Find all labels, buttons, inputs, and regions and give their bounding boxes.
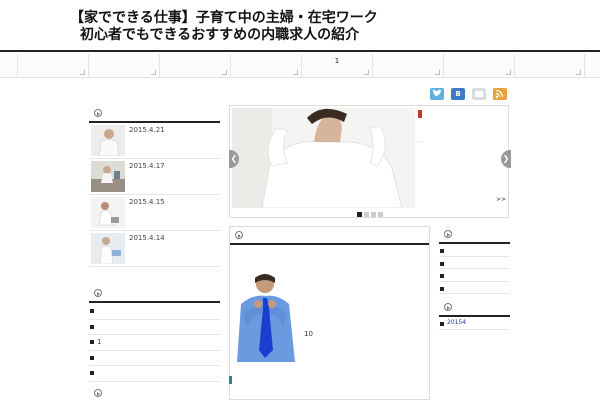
slider-dot[interactable] — [378, 212, 383, 217]
header-divider — [0, 50, 600, 52]
recent-post-item[interactable]: 2015.4.21 — [89, 123, 220, 159]
bullet-arrow-icon — [235, 231, 243, 239]
recent-post-item[interactable]: 2015.4.14 — [89, 231, 220, 267]
bullet-arrow-icon — [94, 389, 102, 397]
post-thumbnail-woman-cleaning[interactable] — [91, 125, 125, 156]
featured-slider[interactable]: ... ❮ ❯ >> — [229, 105, 511, 218]
slide-marker — [418, 110, 422, 118]
post-date: 2015.4.14 — [129, 234, 165, 242]
recent-post-item[interactable]: 2015.4.15 — [89, 195, 220, 231]
slider-next-button[interactable]: ❯ — [501, 150, 511, 168]
slide-image-woman[interactable] — [232, 108, 415, 208]
slider-dot[interactable] — [364, 212, 369, 217]
archive-item[interactable]: 20154 — [439, 317, 510, 330]
slider-dot-active[interactable] — [357, 212, 362, 217]
article-image-caption: 10 — [304, 330, 313, 338]
widget-header — [89, 105, 220, 123]
list-item[interactable] — [439, 282, 510, 294]
list-item[interactable] — [439, 269, 510, 282]
widget-header — [439, 226, 510, 244]
bullet-arrow-icon — [444, 303, 452, 311]
widget-header — [439, 299, 510, 317]
main-content: 10 — [229, 226, 430, 400]
pocket-icon[interactable] — [472, 88, 486, 100]
list-item[interactable] — [439, 257, 510, 269]
site-title[interactable]: 【家でできる仕事】子育て中の主婦・在宅ワーク 初心者でもできるおすすめの内職求人… — [70, 10, 378, 44]
category-item[interactable] — [89, 304, 220, 320]
category-item[interactable] — [89, 320, 220, 335]
extra-widget — [89, 385, 220, 400]
widget-header — [89, 385, 220, 400]
recent-posts-widget: 2015.4.21 2015.4.17 2015.4.15 2015.4.14 — [89, 105, 220, 267]
widget-header — [89, 285, 220, 303]
site-header: 【家でできる仕事】子育て中の主婦・在宅ワーク 初心者でもできるおすすめの内職求人… — [0, 0, 600, 50]
slide-text: ... — [417, 138, 422, 144]
recent-post-item[interactable]: 2015.4.17 — [89, 159, 220, 195]
bullet-arrow-icon — [444, 230, 452, 238]
twitter-icon[interactable] — [430, 88, 444, 100]
site-title-line2: 初心者でもできるおすすめの内職求人の紹介 — [80, 27, 360, 43]
slider-dot[interactable] — [371, 212, 376, 217]
category-item[interactable]: 1 — [89, 335, 220, 351]
list-item[interactable] — [439, 244, 510, 257]
post-thumbnail-woman-laundry[interactable] — [91, 233, 125, 264]
right-widget-list — [439, 226, 510, 294]
post-date: 2015.4.21 — [129, 126, 165, 134]
nav-item-6[interactable] — [372, 54, 443, 78]
post-date: 2015.4.15 — [129, 198, 165, 206]
nav-item-1[interactable] — [17, 54, 88, 78]
category-item[interactable] — [89, 366, 220, 382]
bullet-arrow-icon — [94, 109, 102, 117]
nav-item-8[interactable] — [514, 54, 585, 78]
main-accent-mark — [229, 376, 232, 384]
post-thumbnail-kitchen[interactable] — [91, 161, 125, 192]
hatena-bookmark-icon[interactable]: B — [451, 88, 465, 100]
category-widget: 1 — [89, 285, 220, 382]
nav-item-5[interactable]: 1 — [301, 54, 372, 78]
category-item[interactable] — [89, 351, 220, 366]
nav-item-3[interactable] — [159, 54, 230, 78]
rss-feed-icon[interactable] — [493, 88, 507, 100]
bullet-arrow-icon — [94, 289, 102, 297]
site-title-line1: 【家でできる仕事】子育て中の主婦・在宅ワーク — [70, 10, 378, 26]
nav-item-4[interactable] — [230, 54, 301, 78]
right-widget-archive: 20154 — [439, 299, 510, 330]
global-nav: 1 — [0, 54, 600, 78]
nav-item-7[interactable] — [443, 54, 514, 78]
slider-more-link[interactable]: >> — [496, 196, 506, 203]
article-image-man-tie[interactable] — [233, 274, 300, 362]
post-thumbnail-woman-kneeling[interactable] — [91, 197, 125, 228]
post-date: 2015.4.17 — [129, 162, 165, 170]
nav-item-2[interactable] — [88, 54, 159, 78]
main-header — [230, 227, 429, 245]
